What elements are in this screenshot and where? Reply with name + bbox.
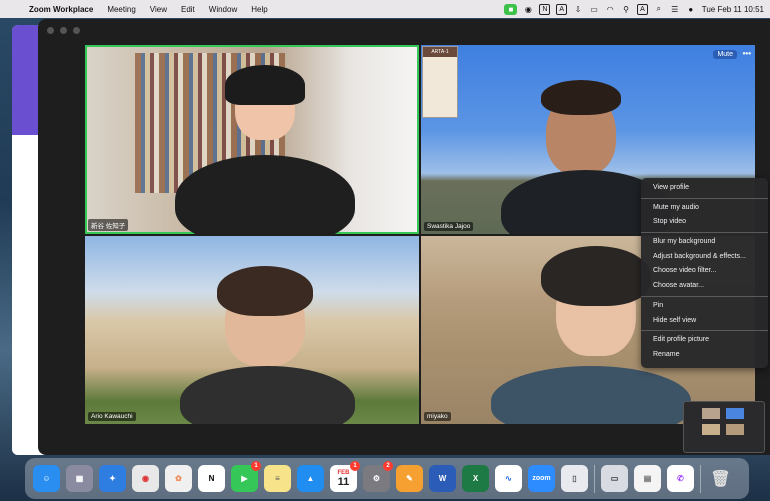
facetime-icon[interactable]: ▶ 1 bbox=[231, 461, 261, 492]
menu-item-hide-self-view[interactable]: Hide self view bbox=[641, 314, 768, 329]
finder-icon[interactable]: ☺ bbox=[33, 465, 60, 492]
participant-name: miyako bbox=[424, 412, 451, 421]
menu-edit[interactable]: Edit bbox=[174, 5, 202, 14]
dock-separator bbox=[594, 464, 595, 493]
menu-bar: Zoom Workplace Meeting View Edit Window … bbox=[0, 0, 770, 18]
iphone-mirroring-icon[interactable]: ▯ bbox=[561, 465, 588, 492]
input-source-icon[interactable]: A bbox=[637, 3, 648, 15]
battery-icon[interactable]: ▭ bbox=[589, 5, 599, 14]
poster-image: ARTA-1 bbox=[422, 46, 458, 118]
video-tile-participant-3[interactable]: Ario Kawauchi bbox=[85, 236, 419, 424]
pages-icon[interactable]: ✎ bbox=[396, 465, 423, 492]
menu-item-choose-avatar[interactable]: Choose avatar... bbox=[641, 279, 768, 294]
text-status-icon[interactable]: A bbox=[556, 3, 568, 15]
notification-badge: 1 bbox=[251, 461, 261, 471]
calendar-day: 11 bbox=[337, 475, 350, 488]
participant-hair bbox=[541, 80, 621, 115]
thumbnail-tile bbox=[726, 424, 744, 435]
participant-name: Swastika Jajoo bbox=[424, 222, 474, 231]
participant-name: 新谷 佐知子 bbox=[88, 219, 129, 231]
thumbnail-tile bbox=[702, 424, 720, 435]
notification-badge: 1 bbox=[350, 461, 360, 471]
menu-item-adjust-background[interactable]: Adjust background & effects... bbox=[641, 250, 768, 265]
window-controls bbox=[47, 27, 80, 34]
menu-item-video-filter[interactable]: Choose video filter... bbox=[641, 264, 768, 279]
meeting-thumbnail-preview[interactable] bbox=[683, 401, 765, 453]
status-circle-icon[interactable]: ◉ bbox=[523, 5, 533, 14]
notes-window-icon[interactable]: ▤ bbox=[634, 465, 661, 492]
more-options-button[interactable]: ••• bbox=[743, 49, 751, 58]
spotlight-icon[interactable]: ⚲ bbox=[621, 5, 631, 14]
menu-clock[interactable]: Tue Feb 11 10:51 bbox=[702, 5, 764, 14]
keynote-icon[interactable]: ▲ bbox=[297, 465, 324, 492]
close-window-button[interactable] bbox=[47, 27, 54, 34]
wifi-icon[interactable]: ◠ bbox=[605, 5, 615, 14]
trash-icon[interactable]: 🗑 bbox=[707, 465, 734, 492]
minimize-window-button[interactable] bbox=[60, 27, 67, 34]
notion-status-icon[interactable]: N bbox=[539, 3, 551, 15]
video-tile-participant-1[interactable]: 新谷 佐知子 bbox=[85, 45, 419, 234]
word-icon[interactable]: W bbox=[429, 465, 456, 492]
menu-divider bbox=[641, 330, 768, 332]
menu-divider bbox=[641, 295, 768, 297]
menu-item-view-profile[interactable]: View profile bbox=[641, 181, 768, 196]
photos-icon[interactable]: ✿ bbox=[165, 465, 192, 492]
participant-name: Ario Kawauchi bbox=[88, 412, 136, 421]
participant-body bbox=[175, 155, 355, 234]
control-center-icon[interactable]: ☰ bbox=[670, 5, 680, 14]
thumbnail-tile bbox=[726, 408, 744, 419]
menu-item-rename[interactable]: Rename bbox=[641, 348, 768, 363]
menu-item-stop-video[interactable]: Stop video bbox=[641, 215, 768, 230]
system-settings-icon[interactable]: ⚙ 2 bbox=[363, 461, 393, 492]
menu-divider bbox=[641, 197, 768, 199]
poster-title: ARTA-1 bbox=[423, 47, 457, 57]
zoom-app-icon[interactable]: zoom bbox=[528, 465, 555, 492]
safari-icon[interactable]: ✦ bbox=[99, 465, 126, 492]
freeform-icon[interactable]: ∿ bbox=[495, 465, 522, 492]
menu-view[interactable]: View bbox=[143, 5, 174, 14]
excel-icon[interactable]: X bbox=[462, 465, 489, 492]
participant-body bbox=[491, 366, 691, 424]
mute-button[interactable]: Mute bbox=[713, 50, 737, 59]
participant-context-menu: View profile Mute my audio Stop video Bl… bbox=[641, 178, 768, 368]
chrome-icon[interactable]: ◉ bbox=[132, 465, 159, 492]
app-menu[interactable]: Zoom Workplace bbox=[22, 5, 100, 14]
participant-hair bbox=[217, 266, 313, 316]
calendar-icon[interactable]: FEB 11 1 bbox=[330, 461, 360, 492]
menu-item-blur-background[interactable]: Blur my background bbox=[641, 235, 768, 250]
messenger-icon[interactable]: ✆ bbox=[667, 465, 694, 492]
thumbnail-tile bbox=[702, 408, 720, 419]
participant-hair bbox=[225, 65, 305, 105]
participant-body bbox=[180, 366, 355, 424]
siri-icon[interactable]: ● bbox=[686, 5, 696, 14]
search-icon[interactable]: ⌕ bbox=[654, 4, 664, 14]
zoom-window-button[interactable] bbox=[73, 27, 80, 34]
dock-separator bbox=[700, 464, 701, 493]
notes-icon[interactable]: ≡ bbox=[264, 465, 291, 492]
notification-badge: 2 bbox=[383, 461, 393, 471]
menu-item-edit-profile-picture[interactable]: Edit profile picture bbox=[641, 333, 768, 348]
menu-item-mute-audio[interactable]: Mute my audio bbox=[641, 201, 768, 216]
download-icon[interactable]: ⇩ bbox=[573, 5, 583, 14]
zoom-video-status-icon[interactable]: ■ bbox=[504, 3, 518, 15]
participant-hair bbox=[541, 246, 651, 306]
dock: ☺ ▦ ✦ ◉ ✿ N ▶ 1 ≡ ▲ FEB 11 1 ⚙ 2 ✎ W X ∿ z… bbox=[25, 458, 749, 499]
menu-window[interactable]: Window bbox=[202, 5, 244, 14]
launchpad-icon[interactable]: ▦ bbox=[66, 465, 93, 492]
menu-help[interactable]: Help bbox=[244, 5, 274, 14]
preview-window-icon[interactable]: ▭ bbox=[601, 465, 628, 492]
menu-meeting[interactable]: Meeting bbox=[100, 5, 142, 14]
menu-item-pin[interactable]: Pin bbox=[641, 299, 768, 314]
notion-icon[interactable]: N bbox=[198, 465, 225, 492]
menu-divider bbox=[641, 232, 768, 234]
